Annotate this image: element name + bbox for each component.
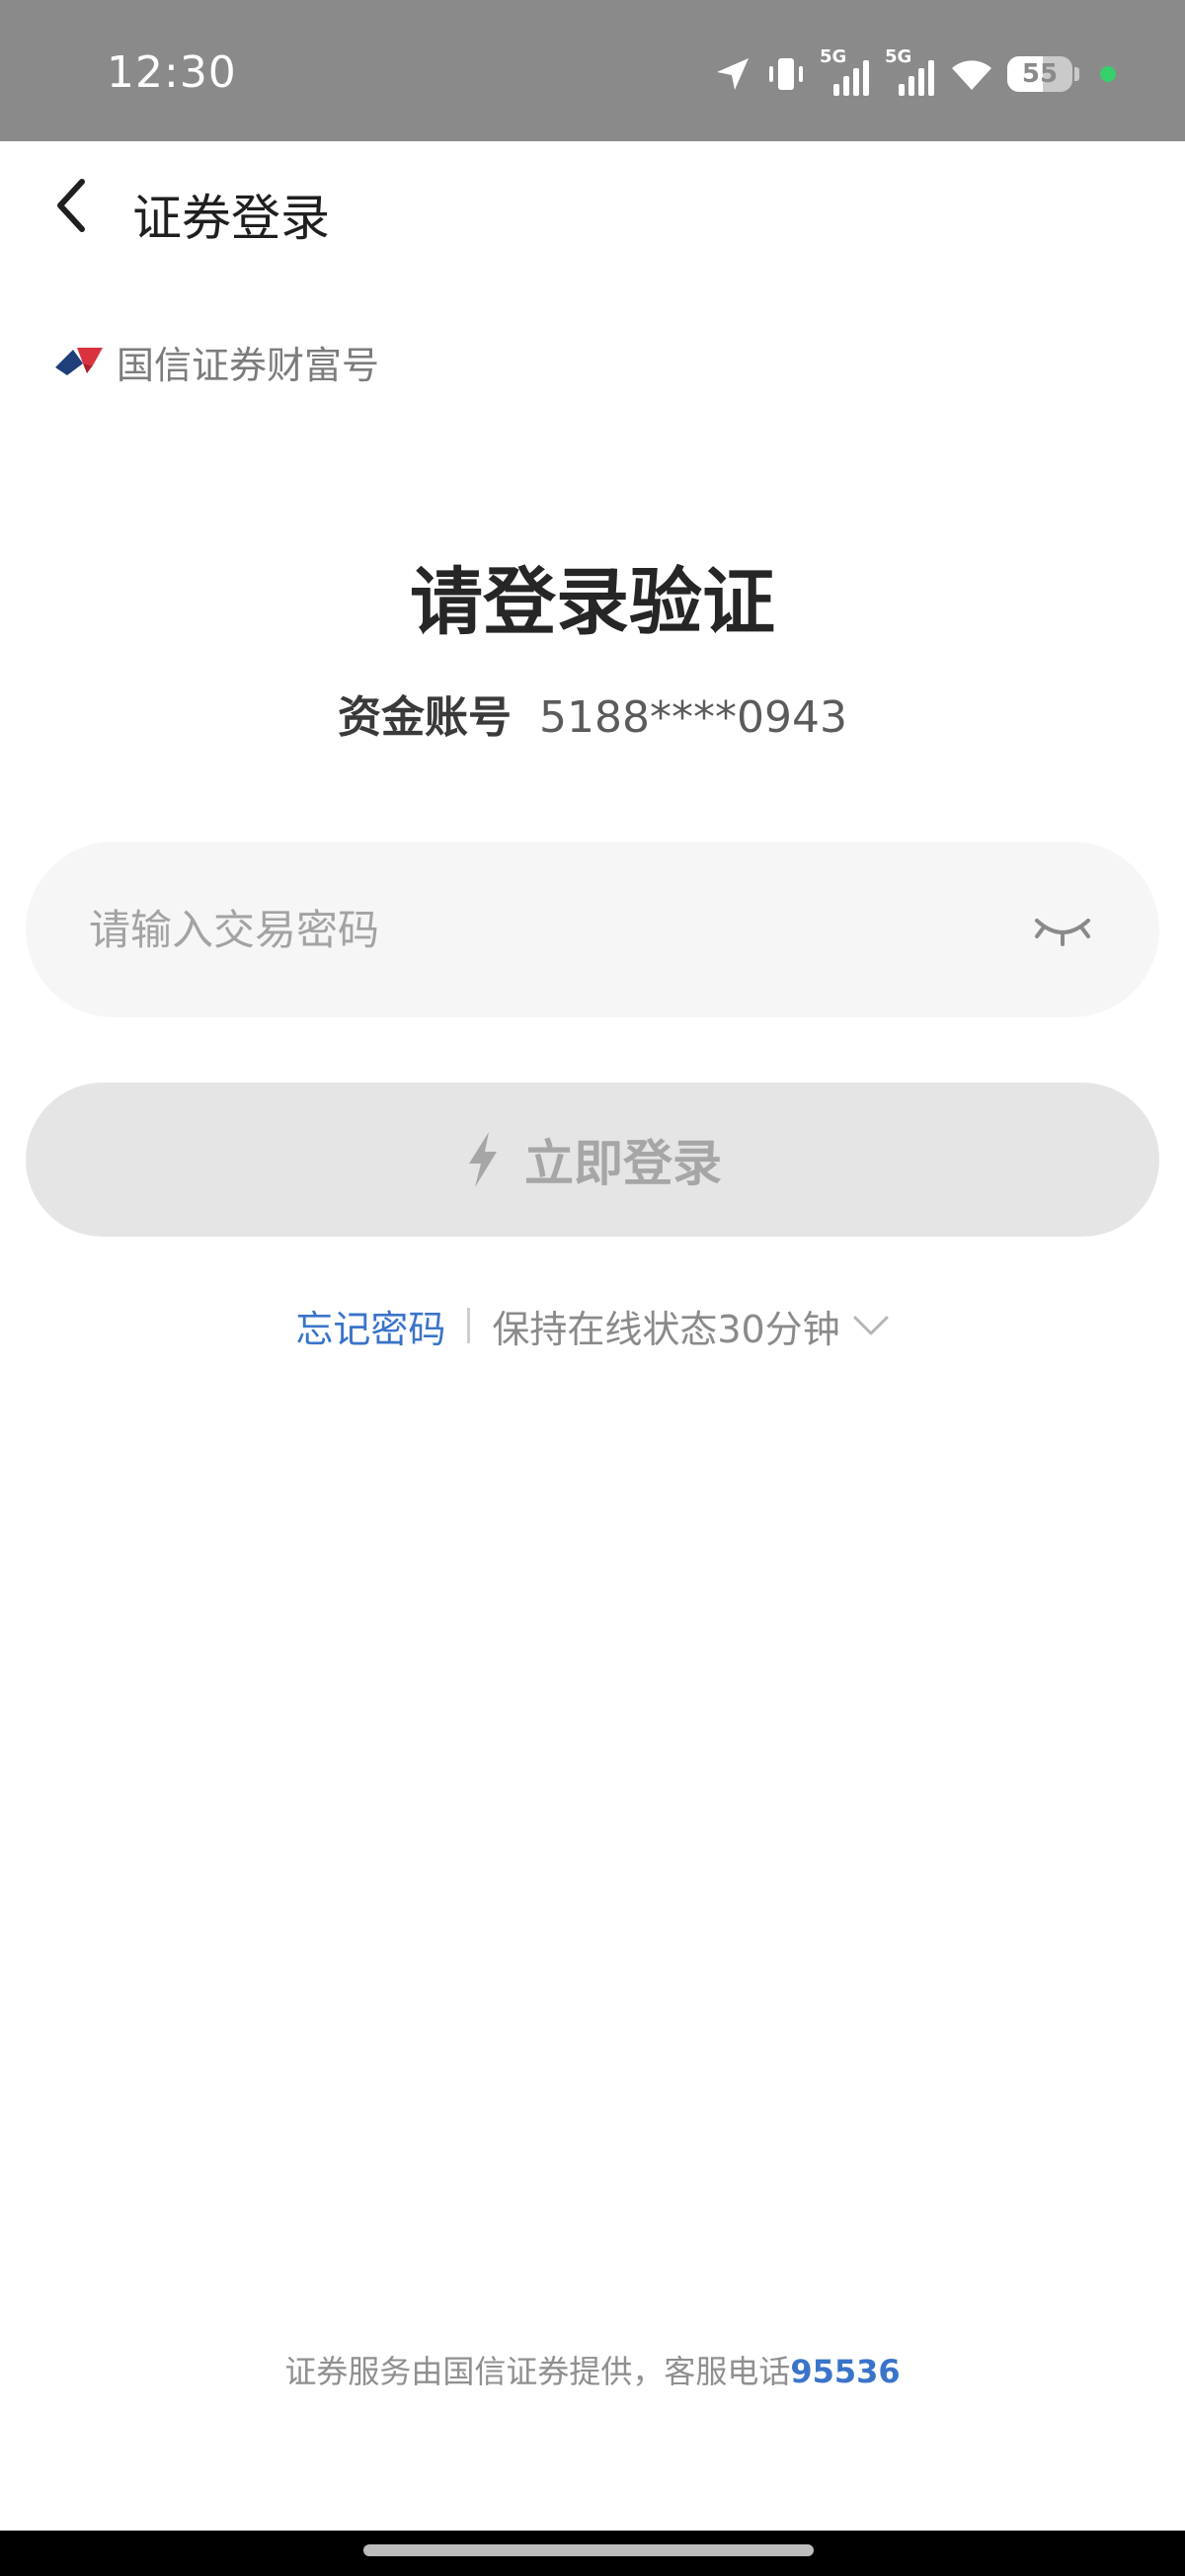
signal-5g-icon: 5G: [820, 46, 871, 98]
brand-name: 国信证券财富号: [117, 343, 380, 387]
battery-level: 55: [1021, 59, 1059, 89]
divider: [467, 1308, 471, 1343]
login-heading: 请登录验证: [410, 560, 775, 645]
nav-bar: 证券登录: [0, 141, 1185, 282]
brand-logo-icon: [55, 348, 103, 375]
login-button[interactable]: 立即登录: [26, 1083, 1159, 1237]
account-line: 资金账号 5188****0943: [0, 682, 1185, 745]
home-indicator[interactable]: [363, 2544, 814, 2556]
customer-service-phone[interactable]: 95536: [790, 2353, 900, 2390]
password-field-container: [26, 842, 1159, 1017]
service-footer: 证券服务由国信证券提供，客服电话95536: [0, 2347, 1185, 2392]
battery-icon: 55: [1007, 56, 1079, 92]
chevron-down-icon: [853, 1316, 889, 1335]
back-button[interactable]: [36, 171, 105, 240]
brand: 国信证券财富号: [53, 334, 379, 389]
status-bar: 12:30 5G 5G 55: [0, 0, 1185, 141]
status-time: 12:30: [107, 47, 237, 98]
login-button-label: 立即登录: [524, 1136, 722, 1191]
account-value: 5188****0943: [539, 692, 847, 743]
lightning-icon: [469, 1132, 497, 1187]
navigation-bar: [0, 2531, 1185, 2576]
location-arrow-icon: [717, 58, 749, 90]
status-icons: 5G 5G 55: [713, 46, 1116, 99]
page-title: 证券登录: [132, 190, 330, 247]
signal-5g-icon: 5G: [885, 46, 936, 98]
login-options: 忘记密码 保持在线状态30分钟: [0, 1296, 1185, 1355]
online-duration-label: 保持在线状态30分钟: [492, 1307, 840, 1351]
vibrate-icon: [769, 58, 803, 90]
chevron-left-icon: [57, 179, 85, 232]
account-label: 资金账号: [338, 692, 513, 743]
online-duration-dropdown[interactable]: 保持在线状态30分钟: [492, 1299, 889, 1353]
password-input[interactable]: [89, 842, 978, 1017]
eye-closed-icon[interactable]: [1029, 903, 1096, 956]
forgot-password-link[interactable]: 忘记密码: [295, 1299, 445, 1353]
privacy-indicator: [1100, 66, 1116, 82]
footer-note: 证券服务由国信证券提供，客服电话: [284, 2353, 791, 2390]
wifi-icon: [952, 60, 991, 90]
